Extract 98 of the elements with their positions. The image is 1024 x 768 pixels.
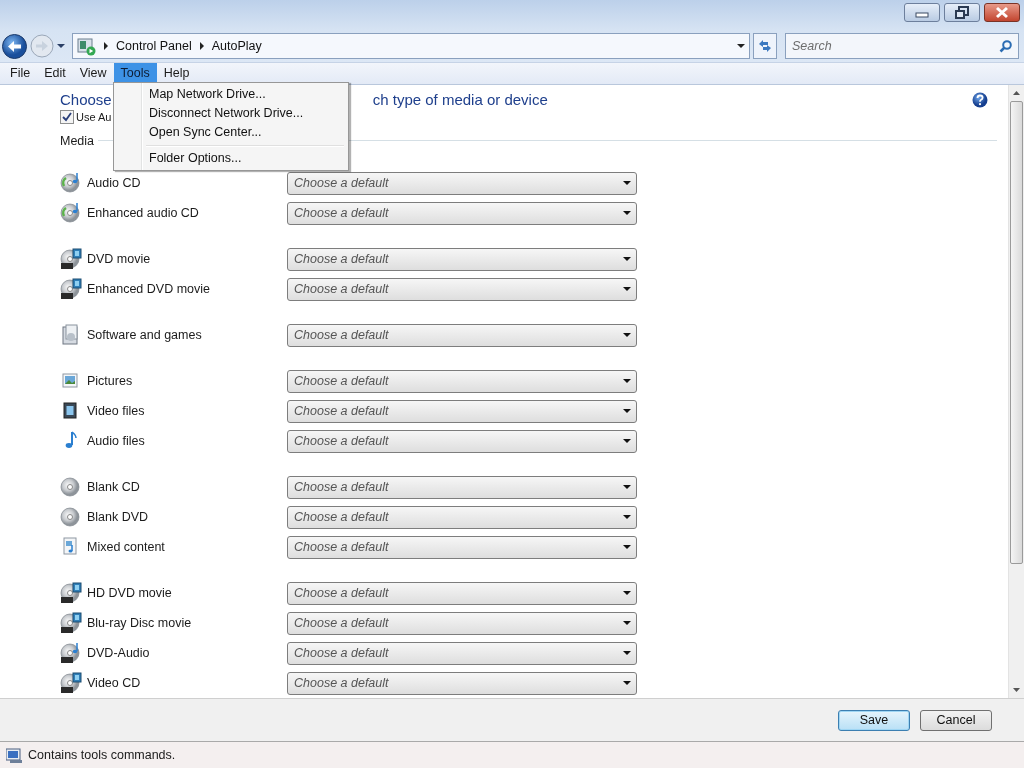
media-type-label: DVD-Audio — [87, 646, 151, 660]
cd-icon — [60, 202, 82, 224]
dropdown-arrow-icon — [623, 651, 631, 655]
scroll-thumb[interactable] — [1010, 101, 1023, 564]
help-icon — [972, 91, 988, 108]
media-type-label: Blank DVD — [87, 510, 150, 524]
dropdown-arrow-icon — [623, 181, 631, 185]
media-type-label: HD DVD movie — [87, 586, 173, 600]
close-icon — [995, 6, 1009, 19]
default-dropdown[interactable]: Choose a default — [287, 399, 637, 423]
media-type-label: Audio files — [87, 434, 146, 448]
dropdown-arrow-icon — [623, 211, 631, 215]
media-type-label: Blu-ray Disc movie — [87, 616, 193, 630]
search-input[interactable]: Search — [792, 34, 999, 58]
media-type-label: Mixed content — [87, 540, 166, 554]
default-dropdown[interactable]: Choose a default — [287, 611, 637, 635]
refresh-icon — [757, 38, 773, 54]
scroll-up-arrow-icon — [1013, 91, 1020, 95]
default-dropdown[interactable]: Choose a default — [287, 369, 637, 393]
media-type-label: Video files — [87, 404, 146, 418]
dropdown-arrow-icon — [623, 333, 631, 337]
default-dropdown[interactable]: Choose a default — [287, 201, 637, 225]
dropdown-arrow-icon — [623, 591, 631, 595]
default-dropdown[interactable]: Choose a default — [287, 475, 637, 499]
restore-icon — [955, 6, 969, 19]
search-icon — [999, 39, 1012, 53]
chevron-icon — [199, 42, 204, 50]
checkbox[interactable] — [60, 110, 74, 125]
dropdown-arrow-icon — [623, 257, 631, 261]
menu-item[interactable]: Help — [156, 63, 197, 84]
disc-icon — [60, 506, 82, 528]
dropdown-arrow-icon — [623, 379, 631, 383]
media-type-label: Enhanced audio CD — [87, 206, 200, 220]
media-type-label: Enhanced DVD movie — [87, 282, 211, 296]
dvd-icon — [60, 612, 82, 634]
dropdown-arrow-icon — [623, 439, 631, 443]
dropdown-arrow-icon[interactable] — [57, 44, 65, 48]
breadcrumb-item[interactable]: AutoPlay — [211, 39, 262, 53]
page-heading: ch type of media or device — [372, 91, 548, 109]
media-type-label: Video CD — [87, 676, 142, 690]
media-type-label: Audio CD — [87, 176, 142, 190]
default-dropdown[interactable]: Choose a default — [287, 581, 637, 605]
default-dropdown[interactable]: Choose a default — [287, 277, 637, 301]
dropdown-arrow-icon — [623, 515, 631, 519]
media-type-label: DVD movie — [87, 252, 152, 266]
dvd-icon — [60, 642, 82, 664]
scrollbar[interactable] — [1008, 85, 1024, 698]
section-label: Media — [60, 133, 95, 148]
media-type-label: Software and games — [87, 328, 203, 342]
breadcrumb-item[interactable]: Control Panel — [116, 39, 192, 53]
refresh-button[interactable] — [753, 33, 777, 59]
menu-item[interactable]: Tools — [113, 63, 157, 84]
disc-icon — [60, 476, 82, 498]
address-bar[interactable]: Control Panel AutoPlay — [72, 33, 750, 59]
control-panel-icon — [77, 36, 96, 56]
dvd-icon — [60, 672, 82, 694]
dialog-button[interactable]: Cancel — [920, 709, 992, 731]
dropdown-arrow-icon — [623, 485, 631, 489]
dropdown-arrow-icon — [623, 621, 631, 625]
media-type-label: Blank CD — [87, 480, 141, 494]
page-heading: Choose — [60, 91, 112, 109]
dropdown-arrow-icon — [623, 681, 631, 685]
dvd-icon — [60, 582, 82, 604]
default-dropdown[interactable]: Choose a default — [287, 535, 637, 559]
menu-item[interactable]: Map Network Drive... — [116, 85, 346, 104]
default-dropdown[interactable]: Choose a default — [287, 323, 637, 347]
default-dropdown[interactable]: Choose a default — [287, 505, 637, 529]
chevron-icon — [104, 42, 108, 50]
minimize-button[interactable] — [904, 3, 940, 22]
default-dropdown[interactable]: Choose a default — [287, 429, 637, 453]
menu-item[interactable]: Disconnect Network Drive... — [116, 104, 346, 123]
menu-item[interactable]: Edit — [37, 63, 73, 84]
dvd-icon — [60, 248, 82, 270]
dvd-icon — [60, 278, 82, 300]
scroll-down-arrow-icon — [1013, 688, 1020, 692]
checkbox-label: Use Au — [76, 111, 112, 124]
default-dropdown[interactable]: Choose a default — [287, 671, 637, 695]
default-dropdown[interactable]: Choose a default — [287, 641, 637, 665]
menu-item[interactable]: View — [72, 63, 114, 84]
menu-item[interactable]: Open Sync Center... — [116, 123, 346, 142]
default-dropdown[interactable]: Choose a default — [287, 247, 637, 271]
back-button[interactable] — [2, 33, 27, 59]
media-type-label: Pictures — [87, 374, 134, 388]
default-dropdown[interactable]: Choose a default — [287, 171, 637, 195]
restore-button[interactable] — [944, 3, 980, 22]
status-text: Contains tools commands. — [28, 748, 176, 762]
computer-icon — [6, 747, 22, 763]
menu-item[interactable]: File — [3, 63, 38, 84]
dropdown-arrow-icon — [623, 545, 631, 549]
check-icon — [62, 112, 72, 123]
dropdown-arrow-icon — [737, 44, 745, 48]
dropdown-arrow-icon — [623, 287, 631, 291]
menu-item[interactable]: Folder Options... — [116, 149, 346, 168]
search-field[interactable]: Search — [785, 33, 1019, 59]
cd-icon — [60, 172, 82, 194]
dialog-button[interactable]: Save — [838, 709, 910, 731]
close-button[interactable] — [984, 3, 1020, 22]
dropdown-arrow-icon — [623, 409, 631, 413]
